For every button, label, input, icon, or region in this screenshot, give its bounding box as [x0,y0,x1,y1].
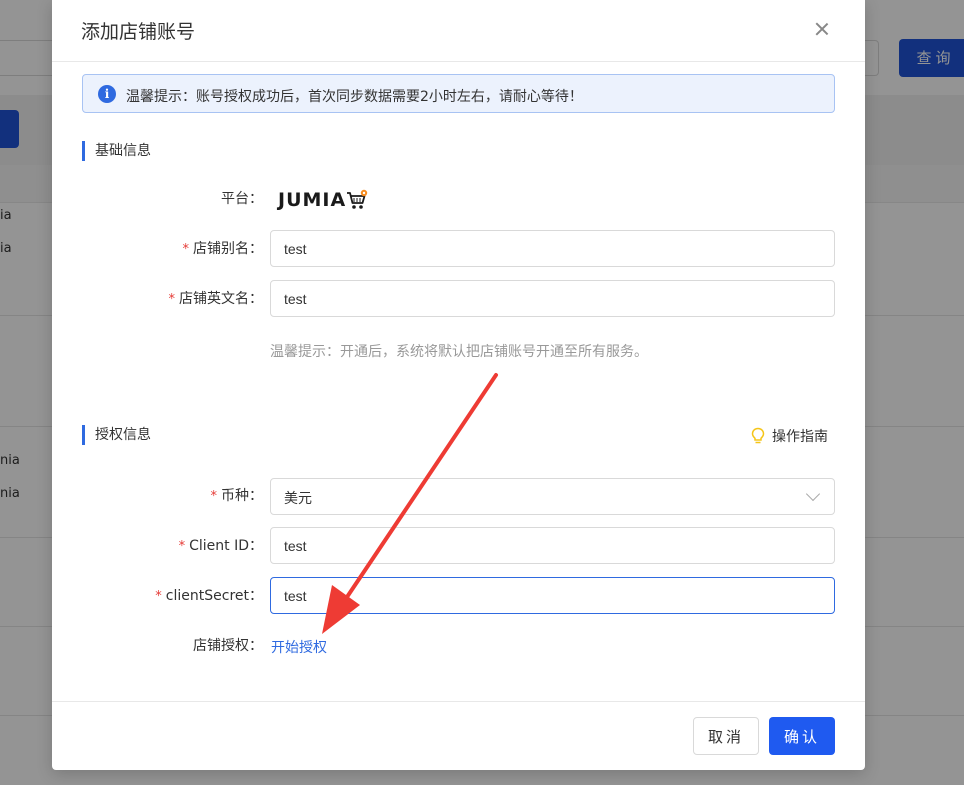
client-secret-label: * clientSecret： [155,588,263,604]
client-id-input[interactable] [270,527,835,564]
currency-selected-value: 美元 [284,491,312,507]
chevron-down-icon [805,486,821,502]
confirm-button[interactable]: 确认 [769,717,835,755]
store-english-name-input[interactable] [270,280,835,317]
platform-label: 平台： [221,191,263,207]
dialog-title: 添加店铺账号 [81,21,196,43]
store-alias-input[interactable] [270,230,835,267]
jumia-logo: JUMIA [278,186,368,214]
store-english-name-label: * 店铺英文名： [168,291,264,307]
shopping-cart-icon [347,189,368,209]
store-auth-label: 店铺授权： [193,638,263,654]
cancel-button[interactable]: 取消 [693,717,759,755]
operation-guide-label: 操作指南 [772,429,828,445]
currency-label: * 币种： [210,488,264,504]
basic-info-section-title: 基础信息 [82,141,151,161]
opening-hint: 温馨提示：开通后，系统将默认把店铺账号开通至所有服务。 [270,344,648,360]
info-notice: i 温馨提示：账号授权成功后，首次同步数据需要2小时左右，请耐心等待！ [82,74,835,113]
notice-text: 温馨提示：账号授权成功后，首次同步数据需要2小时左右，请耐心等待！ [126,89,583,105]
footer-divider [52,701,865,702]
client-id-label: * Client ID： [178,538,263,554]
store-alias-label: * 店铺别名： [182,241,264,257]
close-icon[interactable] [812,19,832,39]
start-authorization-link[interactable]: 开始授权 [271,637,327,657]
add-store-account-dialog: 添加店铺账号 i 温馨提示：账号授权成功后，首次同步数据需要2小时左右，请耐心等… [52,0,865,770]
lightbulb-icon [751,427,765,444]
header-divider [52,61,865,62]
jumia-logo-text: JUMIA [278,189,347,211]
auth-info-section-title: 授权信息 [82,425,151,445]
client-secret-input[interactable] [270,577,835,614]
info-icon: i [98,85,116,103]
currency-select[interactable]: 美元 [270,478,835,515]
operation-guide-link[interactable]: 操作指南 [750,426,828,446]
